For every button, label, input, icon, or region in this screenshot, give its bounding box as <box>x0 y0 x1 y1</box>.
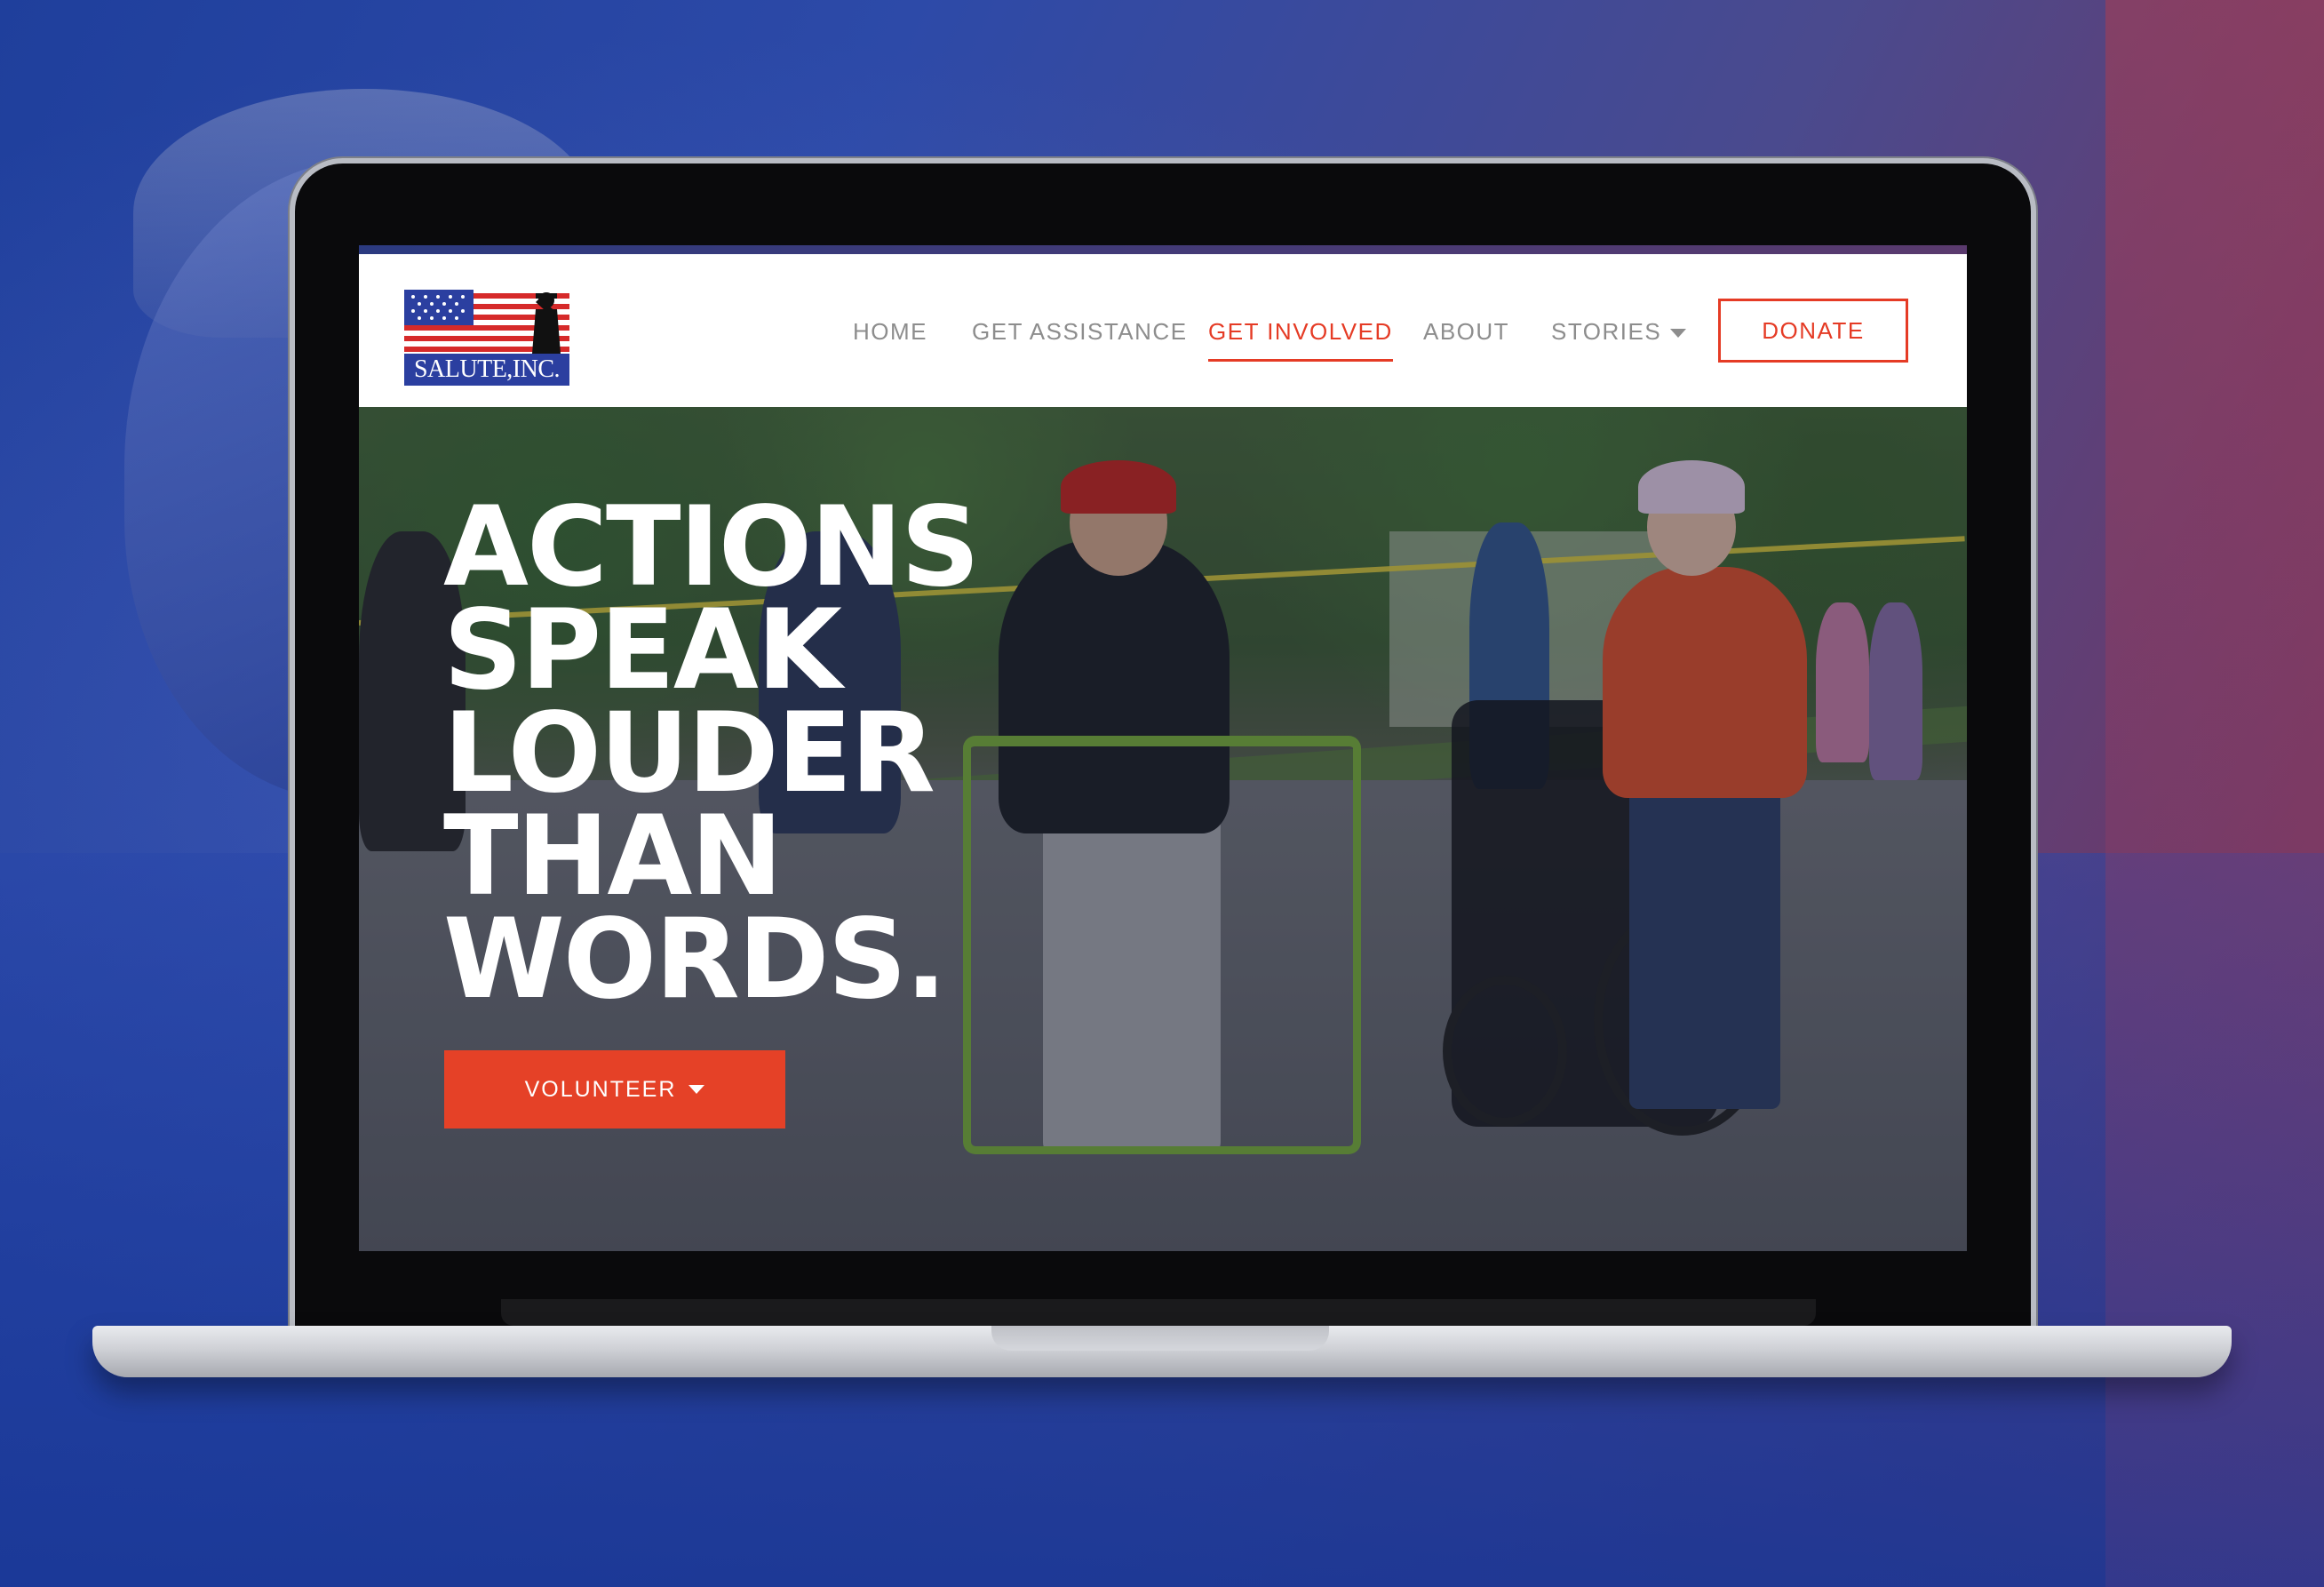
nav-item-about[interactable]: ABOUT <box>1423 318 1509 346</box>
hero-section: ACTIONS SPEAK LOUDER THAN WORDS. VOLUNTE… <box>359 407 1967 1251</box>
headline-line: THAN <box>443 793 783 921</box>
nav-item-label: GET ASSISTANCE <box>972 318 1188 345</box>
main-nav: HOME GET ASSISTANCE GET INVOLVED ABOUT S… <box>359 254 1967 407</box>
volunteer-button-label: VOLUNTEER <box>524 1076 677 1102</box>
headline-line: WORDS. <box>443 896 947 1024</box>
hero-headline: ACTIONS SPEAK LOUDER THAN WORDS. <box>443 483 1083 1024</box>
site-header: SALUTE,INC. HOME GET ASSISTANCE GET INVO… <box>359 254 1967 407</box>
screen-top-bar <box>359 245 1967 254</box>
headline-line: SPEAK <box>443 586 842 714</box>
volunteer-button[interactable]: VOLUNTEER <box>444 1050 785 1128</box>
donate-button[interactable]: DONATE <box>1718 299 1908 363</box>
laptop-hinge <box>501 1299 1816 1326</box>
nav-item-stories[interactable]: STORIES <box>1551 318 1687 346</box>
nav-item-get-assistance[interactable]: GET ASSISTANCE <box>972 318 1188 346</box>
laptop-opening-notch <box>991 1326 1329 1351</box>
headline-line: ACTIONS <box>443 483 980 611</box>
nav-item-label: HOME <box>853 318 927 345</box>
nav-item-home[interactable]: HOME <box>853 318 927 346</box>
caret-down-icon <box>1670 329 1687 339</box>
laptop-screen: SALUTE,INC. HOME GET ASSISTANCE GET INVO… <box>359 245 1967 1251</box>
active-nav-underline <box>1208 359 1393 362</box>
nav-item-get-involved[interactable]: GET INVOLVED <box>1208 318 1393 362</box>
caret-down-icon <box>688 1085 705 1094</box>
headline-line: LOUDER <box>443 690 935 817</box>
nav-item-label: ABOUT <box>1423 318 1510 345</box>
nav-item-label: STORIES <box>1551 318 1662 345</box>
nav-item-label: GET INVOLVED <box>1208 318 1393 345</box>
